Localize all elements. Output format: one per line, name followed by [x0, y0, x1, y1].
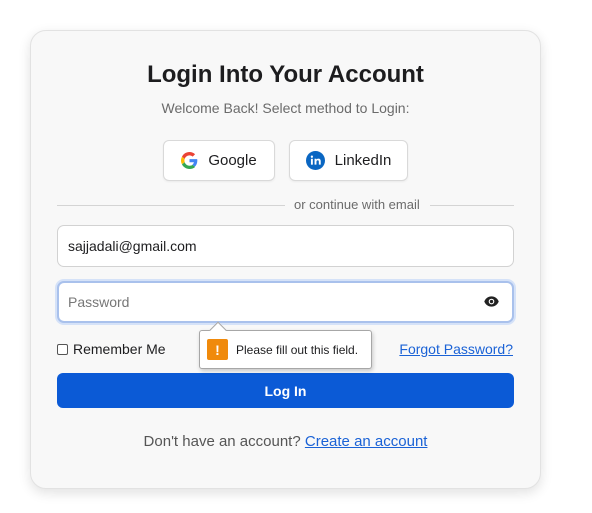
page-title: Login Into Your Account	[147, 61, 424, 88]
login-card: Login Into Your Account Welcome Back! Se…	[30, 30, 541, 489]
validation-tooltip: ! Please fill out this field.	[199, 321, 372, 369]
linkedin-icon	[305, 151, 325, 170]
password-placeholder: Password	[68, 294, 130, 310]
linkedin-label: LinkedIn	[334, 152, 392, 169]
remember-me[interactable]: Remember Me	[57, 341, 166, 357]
google-login-button[interactable]: Google	[163, 140, 275, 181]
page-subtitle: Welcome Back! Select method to Login:	[161, 100, 410, 116]
divider-text: or continue with email	[294, 197, 420, 212]
google-label: Google	[208, 152, 257, 169]
linkedin-login-button[interactable]: LinkedIn	[289, 140, 408, 181]
email-value: sajjadali@gmail.com	[68, 238, 197, 254]
eye-icon[interactable]	[484, 295, 499, 311]
divider-line-right	[430, 205, 514, 206]
divider-line-left	[57, 205, 285, 206]
validation-message: Please fill out this field.	[236, 342, 359, 357]
remember-checkbox[interactable]	[57, 343, 68, 355]
create-account-link[interactable]: Create an account	[305, 433, 428, 450]
forgot-password-link[interactable]: Forgot Password?	[399, 341, 513, 357]
password-field[interactable]: Password	[57, 281, 514, 323]
warning-icon: !	[207, 339, 228, 360]
email-field[interactable]: sajjadali@gmail.com	[57, 225, 514, 267]
signup-prompt-text: Don't have an account?	[143, 433, 301, 450]
divider: or continue with email	[57, 197, 514, 215]
google-icon	[181, 152, 198, 169]
signup-prompt: Don't have an account? Create an account	[31, 433, 540, 450]
login-button[interactable]: Log In	[57, 373, 514, 408]
remember-label: Remember Me	[73, 341, 166, 357]
